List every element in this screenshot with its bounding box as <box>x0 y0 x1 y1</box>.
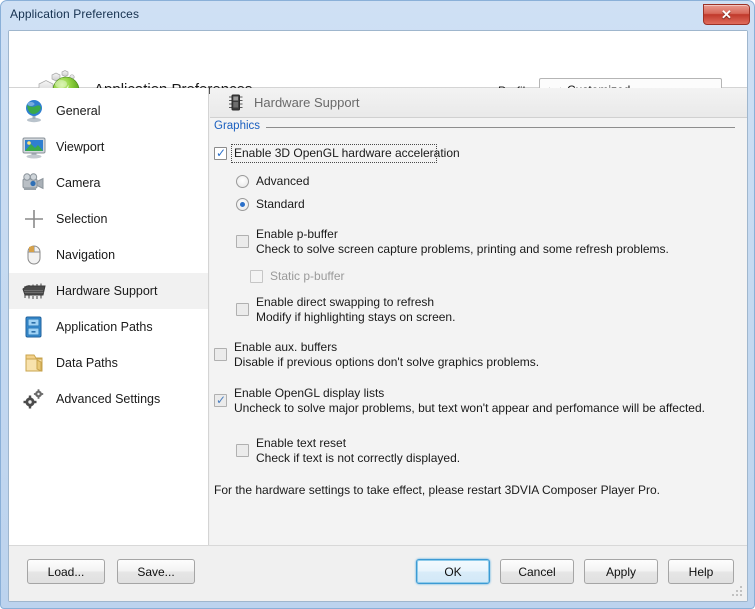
standard-label[interactable]: Standard <box>256 197 305 211</box>
group-label: Graphics <box>214 120 267 132</box>
close-icon: ✕ <box>721 6 732 22</box>
group-divider <box>264 127 735 128</box>
mouse-icon <box>21 242 51 268</box>
gears-icon <box>21 386 51 412</box>
standard-radio[interactable] <box>236 198 249 211</box>
advanced-label[interactable]: Advanced <box>256 174 309 188</box>
cancel-button[interactable]: Cancel <box>500 559 574 584</box>
opengl-accel-checkbox[interactable]: ✓ <box>214 147 227 160</box>
pbuffer-checkbox[interactable] <box>236 235 249 248</box>
display-lists-label[interactable]: Enable OpenGL display lists <box>234 386 384 400</box>
aux-buffers-label[interactable]: Enable aux. buffers <box>234 340 337 354</box>
application-preferences-window: Application Preferences ✕ General Viewpo… <box>0 0 755 609</box>
sidebar: General Viewport Camera Selection Naviga… <box>9 88 209 545</box>
resize-grip[interactable] <box>732 586 744 598</box>
check-icon: ✓ <box>216 146 227 160</box>
app-header: Application Preferences Profile Customiz… <box>9 31 747 104</box>
panel-body: Graphics ✓ Enable 3D OpenGL hardware acc… <box>210 119 747 545</box>
globe-icon <box>21 98 51 124</box>
help-button[interactable]: Help <box>668 559 734 584</box>
sidebar-item-label: Application Paths <box>56 320 153 334</box>
aux-buffers-checkbox[interactable] <box>214 348 227 361</box>
focus-rectangle <box>231 144 437 163</box>
sidebar-item-label: Data Paths <box>56 356 118 370</box>
window-title: Application Preferences <box>10 7 140 21</box>
panel-header: Hardware Support <box>210 88 747 118</box>
sidebar-item-label: Selection <box>56 212 108 226</box>
chip-icon <box>21 278 51 304</box>
ok-button[interactable]: OK <box>416 559 490 584</box>
sidebar-item-application-paths[interactable]: Application Paths <box>9 309 208 345</box>
direct-swapping-description: Modify if highlighting stays on screen. <box>256 310 456 324</box>
apply-button[interactable]: Apply <box>584 559 658 584</box>
display-lists-checkbox[interactable]: ✓ <box>214 394 227 407</box>
chip-icon <box>226 93 245 112</box>
sidebar-item-hardware-support[interactable]: Hardware Support <box>9 273 208 309</box>
text-reset-description: Check if text is not correctly displayed… <box>256 451 461 465</box>
folder-icon <box>21 350 51 376</box>
sidebar-item-label: Advanced Settings <box>56 392 161 406</box>
static-pbuffer-checkbox <box>250 270 263 283</box>
sidebar-item-camera[interactable]: Camera <box>9 165 208 201</box>
text-reset-checkbox[interactable] <box>236 444 249 457</box>
radio-dot-icon <box>240 202 245 207</box>
group-graphics: Graphics <box>214 119 735 137</box>
settings-panel: Hardware Support Graphics ✓ Enable 3D Op… <box>210 88 747 545</box>
cabinet-icon <box>21 314 51 340</box>
camera-icon <box>21 170 51 196</box>
sidebar-item-advanced-settings[interactable]: Advanced Settings <box>9 381 208 417</box>
save-button[interactable]: Save... <box>117 559 195 584</box>
monitor-icon <box>21 134 51 160</box>
panel-title: Hardware Support <box>254 95 360 110</box>
sidebar-item-label: Hardware Support <box>56 284 158 298</box>
pbuffer-description: Check to solve screen capture problems, … <box>256 242 669 256</box>
sidebar-item-data-paths[interactable]: Data Paths <box>9 345 208 381</box>
sidebar-item-viewport[interactable]: Viewport <box>9 129 208 165</box>
static-pbuffer-label: Static p-buffer <box>270 269 345 283</box>
sidebar-item-label: Navigation <box>56 248 116 262</box>
dialog-footer: Load... Save... OK Cancel Apply Help <box>9 545 747 601</box>
display-lists-description: Uncheck to solve major problems, but tex… <box>234 401 705 415</box>
sidebar-item-label: Camera <box>56 176 101 190</box>
sidebar-item-label: General <box>56 104 101 118</box>
title-bar: Application Preferences ✕ <box>1 1 754 30</box>
text-reset-label[interactable]: Enable text reset <box>256 436 346 450</box>
sidebar-item-navigation[interactable]: Navigation <box>9 237 208 273</box>
client-area: Application Preferences Profile Customiz… <box>8 30 748 602</box>
load-button[interactable]: Load... <box>27 559 105 584</box>
aux-buffers-description: Disable if previous options don't solve … <box>234 355 540 369</box>
pbuffer-label[interactable]: Enable p-buffer <box>256 227 338 241</box>
direct-swapping-label[interactable]: Enable direct swapping to refresh <box>256 295 434 309</box>
plus-cross-icon <box>21 206 51 232</box>
close-button[interactable]: ✕ <box>703 4 750 25</box>
check-icon: ✓ <box>216 393 227 407</box>
direct-swapping-checkbox[interactable] <box>236 303 249 316</box>
sidebar-item-selection[interactable]: Selection <box>9 201 208 237</box>
sidebar-item-general[interactable]: General <box>9 93 208 129</box>
restart-note: For the hardware settings to take effect… <box>214 483 660 497</box>
sidebar-item-label: Viewport <box>56 140 105 154</box>
advanced-radio[interactable] <box>236 175 249 188</box>
